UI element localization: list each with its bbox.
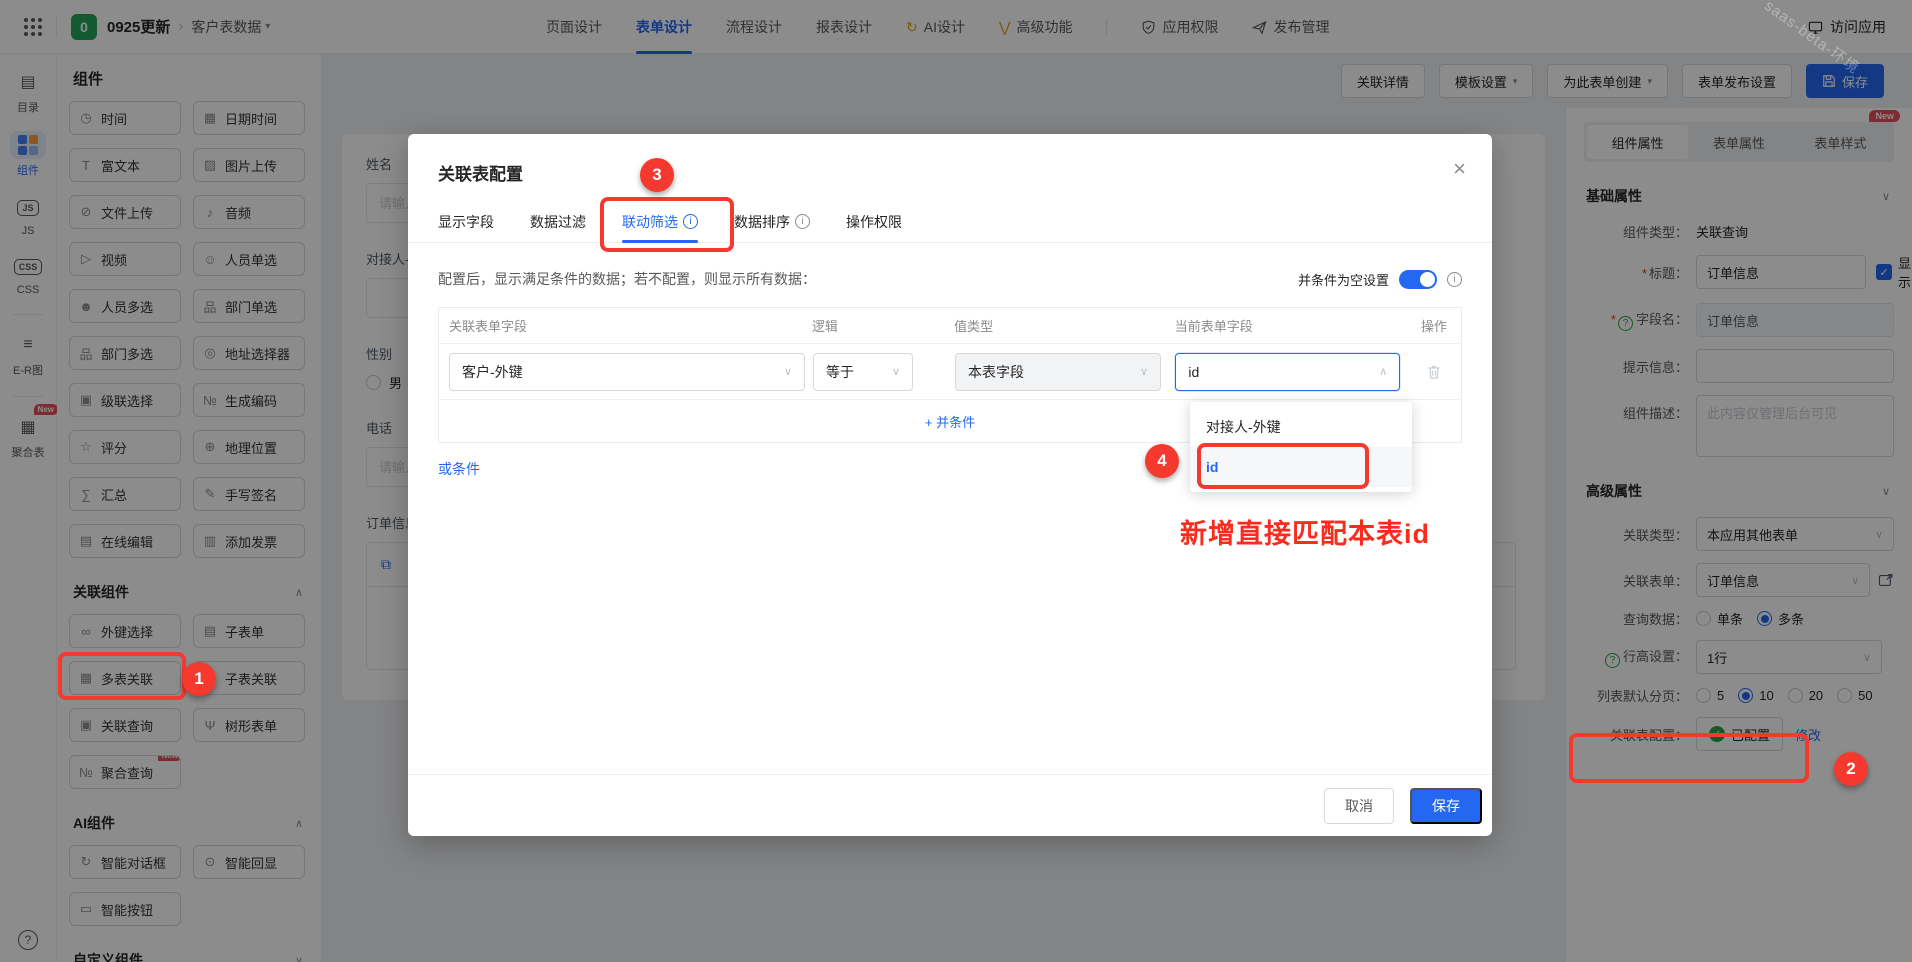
trash-icon[interactable] — [1426, 364, 1442, 380]
tab-data-filter[interactable]: 数据过滤 — [530, 201, 586, 243]
annotation-box-related-query — [58, 652, 186, 700]
col-relation-field: 关联表单字段 — [439, 316, 804, 335]
chevron-down-icon: ∨ — [784, 365, 792, 378]
value-type-select[interactable]: 本表字段∨ — [955, 353, 1161, 391]
tab-display-fields[interactable]: 显示字段 — [438, 201, 494, 243]
annotation-step-4: 4 — [1145, 444, 1179, 478]
annotation-note: 新增直接匹配本表id — [1180, 512, 1430, 551]
modal-footer: 取消 保存 — [408, 774, 1492, 836]
cancel-button[interactable]: 取消 — [1324, 788, 1394, 824]
annotation-box-relation-config — [1569, 733, 1809, 783]
tab-label: 显示字段 — [438, 212, 494, 232]
chevron-up-icon: ∧ — [1379, 365, 1387, 378]
relation-field-select[interactable]: 客户-外键∨ — [449, 353, 805, 391]
modal-tabs: 显示字段 数据过滤 联动筛选i 数据排序i 操作权限 — [408, 201, 1492, 243]
annotation-step-2: 2 — [1834, 752, 1868, 786]
condition-table-header: 关联表单字段 逻辑 值类型 当前表单字段 操作 — [439, 308, 1461, 344]
annotation-box-linkage-tab — [600, 197, 734, 252]
dropdown-option-contact-fk[interactable]: 对接人-外键 — [1190, 407, 1412, 447]
tab-label: 数据过滤 — [530, 212, 586, 232]
chevron-down-icon: ∨ — [892, 365, 900, 378]
condition-row: 客户-外键∨ 等于∨ 本表字段∨ id∧ — [439, 344, 1461, 400]
annotation-step-1: 1 — [182, 662, 216, 696]
info-icon: i — [795, 214, 810, 229]
col-action: 操作 — [1407, 316, 1461, 335]
tab-data-sort[interactable]: 数据排序 i — [734, 201, 810, 243]
empty-condition-toggle[interactable] — [1399, 270, 1437, 289]
modal-save-button[interactable]: 保存 — [1410, 788, 1482, 824]
chevron-down-icon: ∨ — [1140, 365, 1148, 378]
empty-condition-label: 并条件为空设置 — [1298, 270, 1389, 289]
add-or-condition-link[interactable]: 或条件 — [438, 459, 480, 479]
tab-operation-permission[interactable]: 操作权限 — [846, 201, 902, 243]
tab-label: 数据排序 — [734, 212, 790, 232]
annotation-step-3: 3 — [640, 158, 674, 192]
info-icon: i — [1447, 272, 1462, 287]
current-field-select[interactable]: id∧ — [1175, 353, 1400, 391]
col-logic: 逻辑 — [804, 316, 946, 335]
tab-label: 操作权限 — [846, 212, 902, 232]
config-description: 配置后，显示满足条件的数据；若不配置，则显示所有数据： — [438, 269, 816, 289]
col-value-type: 值类型 — [946, 316, 1167, 335]
modal-title: 关联表配置 — [408, 134, 1492, 185]
logic-select[interactable]: 等于∨ — [813, 353, 913, 391]
annotation-box-id-option — [1197, 443, 1369, 489]
close-icon[interactable]: × — [1453, 158, 1466, 180]
col-current-field: 当前表单字段 — [1167, 316, 1407, 335]
add-and-condition-link[interactable]: + 并条件 — [925, 412, 975, 431]
